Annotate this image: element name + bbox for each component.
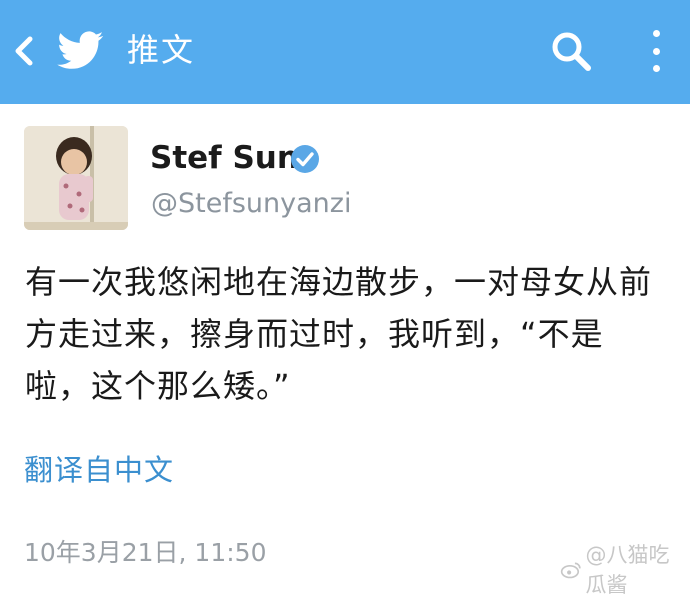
avatar[interactable] bbox=[24, 126, 128, 230]
avatar-image bbox=[24, 126, 128, 230]
tweet-timestamp: 10年3月21日, 11:50 bbox=[24, 538, 267, 567]
search-button[interactable] bbox=[548, 28, 596, 76]
translate-link[interactable]: 翻译自中文 bbox=[24, 450, 174, 490]
back-arrow-icon bbox=[15, 36, 33, 66]
back-button[interactable] bbox=[6, 30, 40, 72]
search-icon bbox=[552, 32, 591, 71]
page-title: 推文 bbox=[127, 31, 196, 69]
more-vertical-icon bbox=[652, 30, 660, 37]
verified-badge-icon bbox=[291, 145, 319, 173]
more-options-button[interactable] bbox=[640, 26, 672, 76]
display-name[interactable]: Stef Sun bbox=[150, 138, 299, 178]
user-handle[interactable]: @Stefsunyanzi bbox=[151, 186, 351, 222]
twitter-bird-icon bbox=[57, 31, 104, 69]
watermark-text: @八猫吃瓜酱 bbox=[585, 543, 670, 597]
watermark: @八猫吃瓜酱 bbox=[560, 540, 690, 600]
top-app-bar: 推文 bbox=[0, 0, 690, 104]
tweet-text: 有一次我悠闲地在海边散步，一对母女从前方走过来，擦身而过时，我听到，“不是啦，这… bbox=[25, 263, 653, 405]
